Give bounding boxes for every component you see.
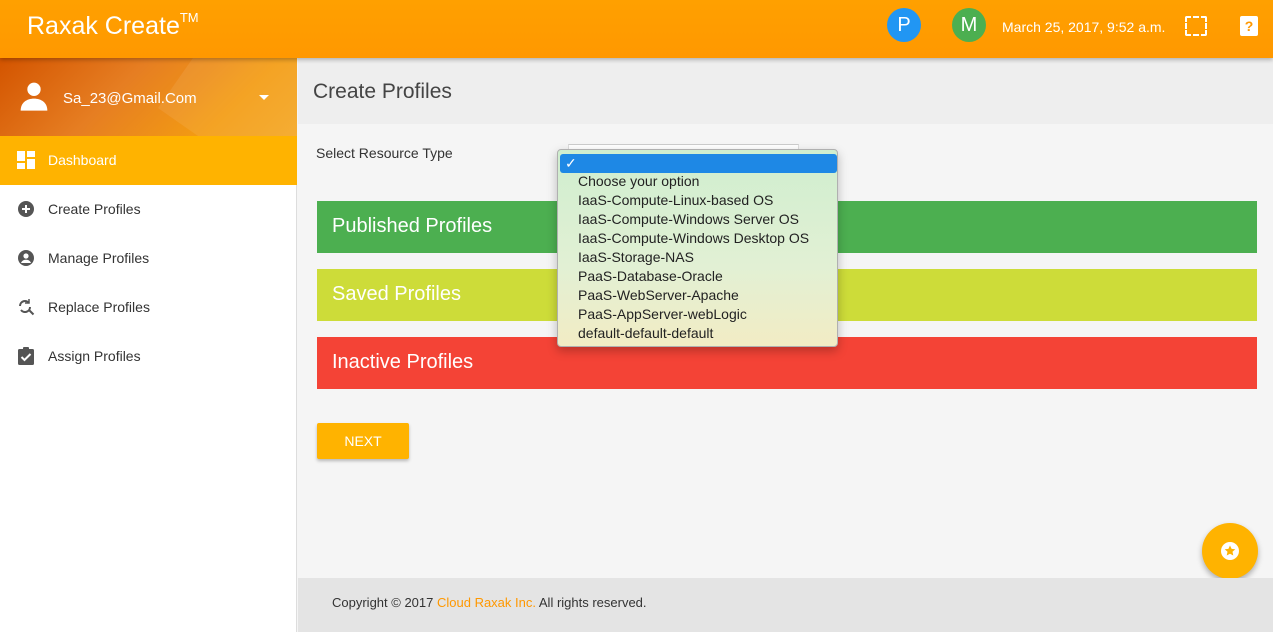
fullscreen-icon[interactable] — [1185, 16, 1207, 36]
add-circle-icon — [18, 201, 34, 217]
dropdown-option[interactable]: Choose your option — [578, 173, 699, 189]
find-replace-icon — [19, 299, 35, 316]
check-icon: ✓ — [565, 155, 577, 171]
user-email: Sa_23@Gmail.Com — [63, 90, 197, 107]
user-panel[interactable]: Sa_23@Gmail.Com — [0, 58, 297, 136]
dropdown-option[interactable]: IaaS-Compute-Windows Server OS — [578, 211, 799, 227]
sidebar-item-label: Dashboard — [48, 152, 117, 168]
page-title: Create Profiles — [313, 80, 452, 103]
app-brand[interactable]: Raxak CreateTM — [27, 10, 199, 41]
company-link[interactable]: Cloud Raxak Inc. — [437, 595, 536, 610]
sidebar-item-replace-profiles[interactable]: Replace Profiles — [0, 283, 297, 332]
trademark-mark: TM — [179, 10, 199, 25]
dropdown-option[interactable]: PaaS-Database-Oracle — [578, 268, 723, 284]
footer-copyright: Copyright © 2017 Cloud Raxak Inc. All ri… — [332, 595, 647, 610]
brand-name: Raxak Create — [27, 12, 180, 40]
user-avatar-m[interactable]: M — [952, 8, 986, 42]
resource-type-label: Select Resource Type — [316, 145, 453, 161]
help-icon[interactable]: ? — [1240, 16, 1258, 36]
dashboard-icon — [17, 151, 35, 169]
sidebar-item-label: Replace Profiles — [48, 299, 150, 315]
copyright-suffix: All rights reserved. — [535, 595, 647, 610]
next-button[interactable]: NEXT — [317, 423, 409, 459]
user-avatar-p[interactable]: P — [887, 8, 921, 42]
sidebar-item-label: Assign Profiles — [48, 348, 141, 364]
sidebar-item-label: Manage Profiles — [48, 250, 150, 266]
person-icon — [20, 82, 48, 111]
dropdown-option[interactable]: default-default-default — [578, 325, 713, 341]
dropdown-option[interactable]: PaaS-AppServer-webLogic — [578, 306, 747, 322]
sidebar: Sa_23@Gmail.Com Dashboard Create Profile… — [0, 58, 297, 632]
sidebar-item-assign-profiles[interactable]: Assign Profiles — [0, 332, 297, 381]
dropdown-option[interactable]: IaaS-Compute-Windows Desktop OS — [578, 230, 809, 246]
top-header: Raxak CreateTM P M March 25, 2017, 9:52 … — [0, 0, 1273, 58]
favorite-fab-button[interactable] — [1202, 523, 1258, 579]
section-label: Published Profiles — [332, 215, 493, 237]
header-datetime: March 25, 2017, 9:52 a.m. — [1002, 19, 1166, 35]
assignment-icon — [18, 347, 34, 365]
copyright-prefix: Copyright © 2017 — [332, 595, 437, 610]
sidebar-item-dashboard[interactable]: Dashboard — [0, 136, 297, 185]
resource-type-dropdown[interactable]: ✓ Choose your option IaaS-Compute-Linux-… — [557, 149, 838, 347]
account-circle-icon — [18, 250, 34, 266]
section-label: Inactive Profiles — [332, 351, 474, 373]
star-icon — [1221, 542, 1239, 560]
dropdown-option[interactable]: IaaS-Storage-NAS — [578, 249, 694, 265]
footer: Copyright © 2017 Cloud Raxak Inc. All ri… — [298, 578, 1273, 632]
sidebar-item-manage-profiles[interactable]: Manage Profiles — [0, 234, 297, 283]
dropdown-selected-blank-option[interactable]: ✓ — [560, 154, 837, 173]
chevron-down-icon[interactable] — [259, 95, 269, 100]
dropdown-option[interactable]: PaaS-WebServer-Apache — [578, 287, 739, 303]
sidebar-item-create-profiles[interactable]: Create Profiles — [0, 185, 297, 234]
page-header: Create Profiles — [298, 58, 1273, 124]
dropdown-option[interactable]: IaaS-Compute-Linux-based OS — [578, 192, 773, 208]
section-label: Saved Profiles — [332, 283, 461, 305]
sidebar-item-label: Create Profiles — [48, 201, 141, 217]
